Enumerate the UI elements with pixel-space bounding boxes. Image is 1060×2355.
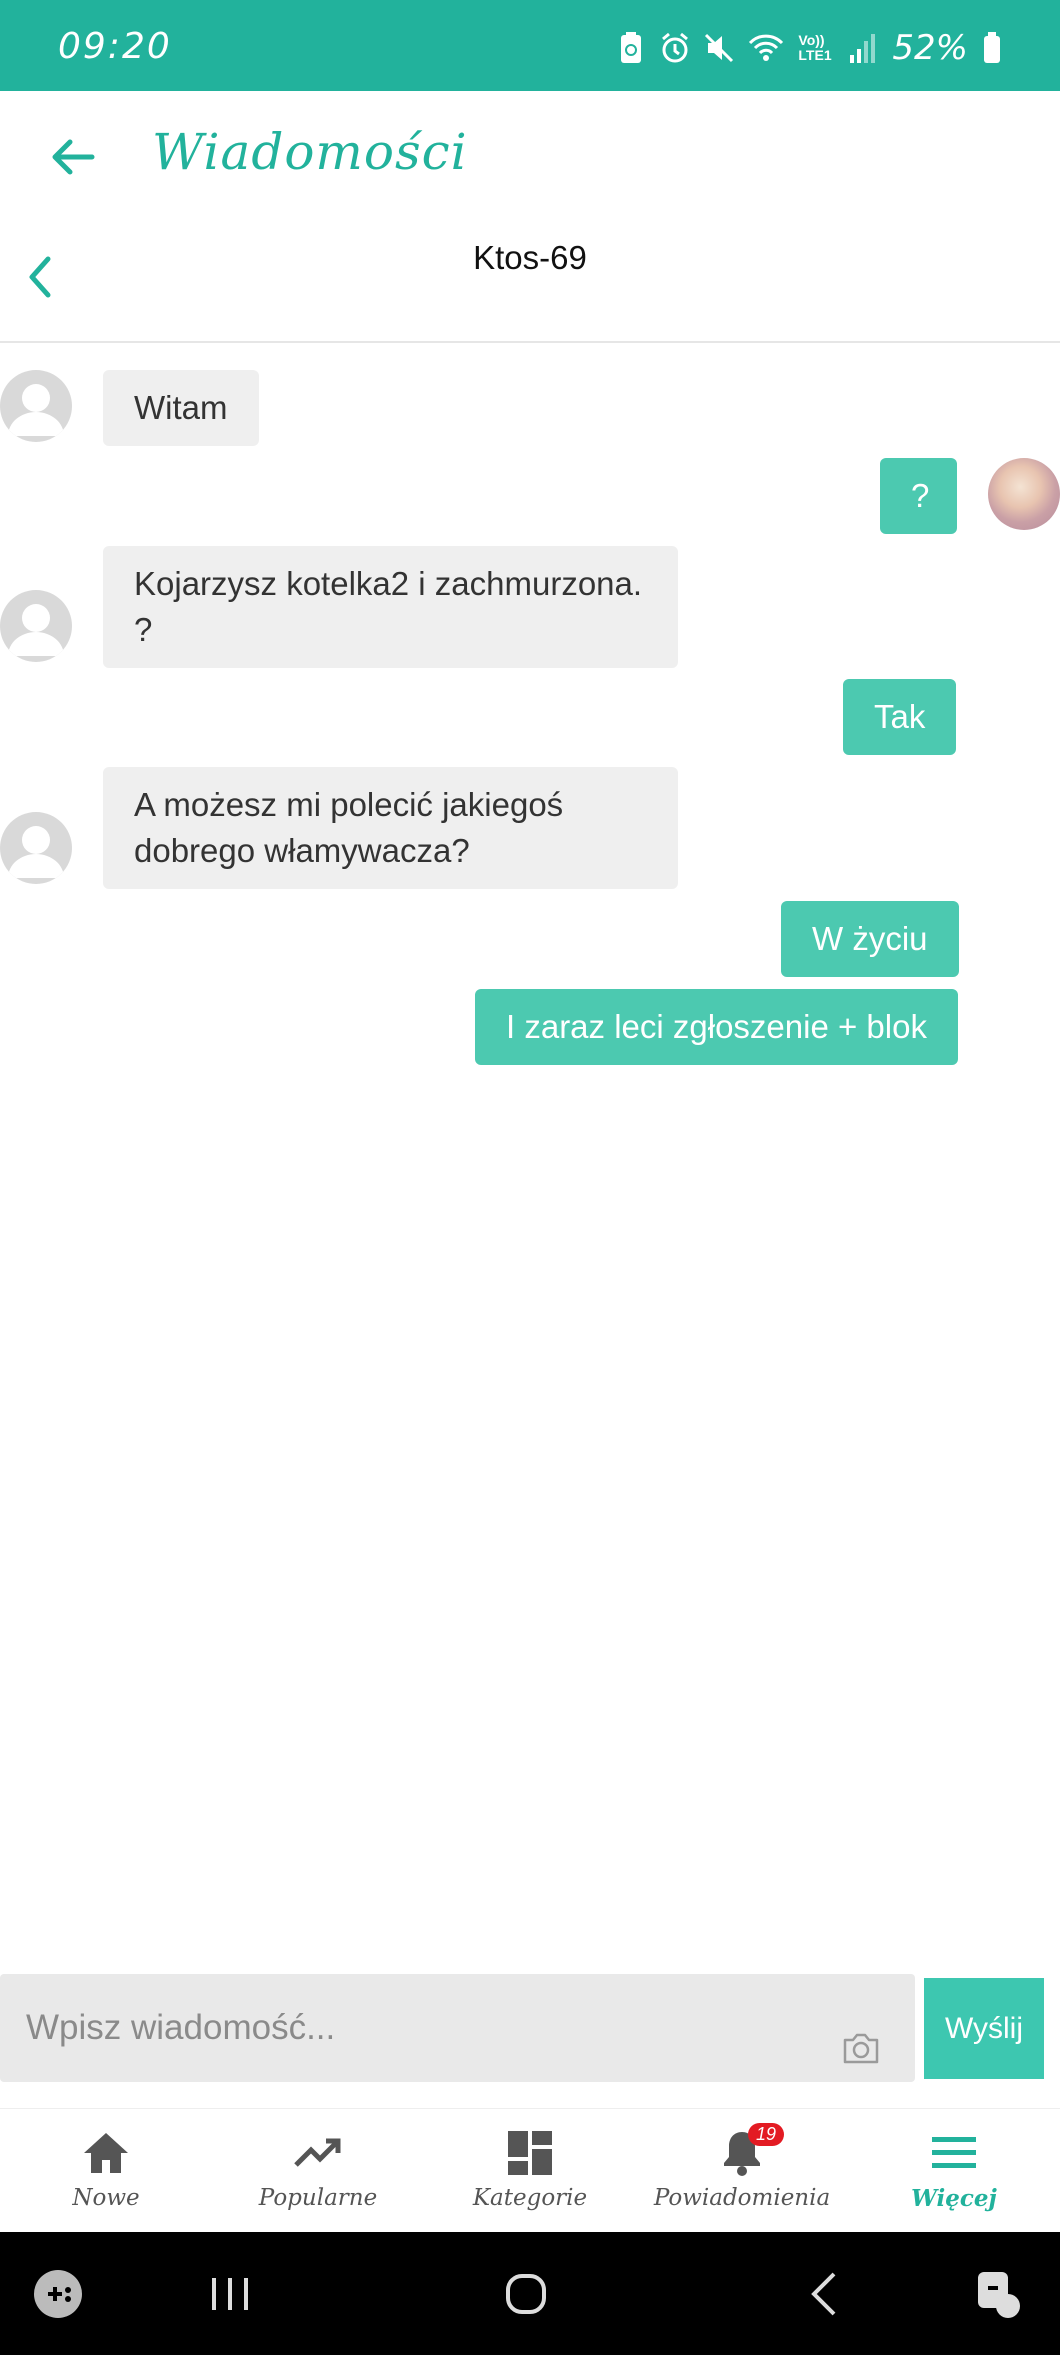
nav-item-nowe[interactable]: Nowe [0,2109,212,2232]
battery-icon [984,32,1000,63]
back-button-icon[interactable] [796,2264,856,2324]
status-bar: 09:20 Vo)) LTE1 52% [0,0,1060,91]
outgoing-message: I zaraz leci zgłoszenie + blok [475,989,958,1065]
status-time: 09:20 [58,26,172,67]
battery-percent: 52% [892,28,968,68]
message-input[interactable] [0,1974,820,2082]
status-icons: Vo)) LTE1 52% [616,28,1002,68]
app-bar: Wiadomości [0,91,1060,221]
contact-avatar[interactable] [0,590,72,662]
nav-item-popularne[interactable]: Popularne [212,2109,424,2232]
send-button[interactable]: Wyślij [924,1978,1044,2079]
nav-item-label: Powiadomienia [653,2185,831,2211]
incoming-message: A możesz mi polecić jakiegoś dobrego wła… [103,767,678,889]
contact-name[interactable]: Ktos-69 [0,239,1060,277]
bottom-navigation: Nowe Popularne Kategorie 19 Powiadomieni… [0,2108,1060,2232]
accessibility-icon[interactable] [968,2264,1028,2324]
conversation-header: Ktos-69 [0,221,1060,343]
dashboard-icon [508,2131,552,2175]
nav-item-label: Więcej [911,2185,997,2212]
alarm-icon [662,32,689,63]
outgoing-message: Tak [843,679,957,755]
trending-icon [294,2138,341,2167]
menu-icon [932,2137,976,2168]
camera-icon[interactable] [841,2030,881,2066]
incoming-message: Kojarzysz kotelka2 i zachmurzona. ? [103,546,678,668]
network-type-label: Vo)) LTE1 [798,32,832,63]
message-input-wrapper [0,1974,915,2082]
page-title: Wiadomości [152,123,468,181]
wifi-icon [749,34,784,61]
back-arrow-icon[interactable] [46,131,98,183]
nav-item-label: Popularne [258,2185,378,2211]
contact-avatar[interactable] [0,370,72,442]
recent-apps-icon[interactable] [200,2264,260,2324]
nav-item-powiadomienia[interactable]: 19 Powiadomienia [636,2109,848,2232]
outgoing-message: W życiu [781,901,959,977]
system-navigation-bar [0,2232,1060,2355]
home-button-icon[interactable] [496,2264,556,2324]
nav-item-kategorie[interactable]: Kategorie [424,2109,636,2232]
incoming-message: Witam [103,370,259,446]
composer-bar: Wyślij [0,1950,1060,2108]
battery-saver-icon [621,32,642,63]
user-avatar[interactable] [988,458,1060,530]
nav-item-label: Nowe [72,2185,140,2211]
outgoing-message: ? [880,458,957,534]
contact-avatar[interactable] [0,812,72,884]
nav-item-label: Kategorie [472,2185,588,2211]
game-launcher-icon[interactable] [30,2264,90,2324]
home-icon [84,2133,128,2173]
notification-badge: 19 [748,2123,785,2146]
mute-icon [705,33,734,63]
nav-item-wiecej[interactable]: Więcej [848,2109,1060,2232]
signal-icon [850,34,876,63]
